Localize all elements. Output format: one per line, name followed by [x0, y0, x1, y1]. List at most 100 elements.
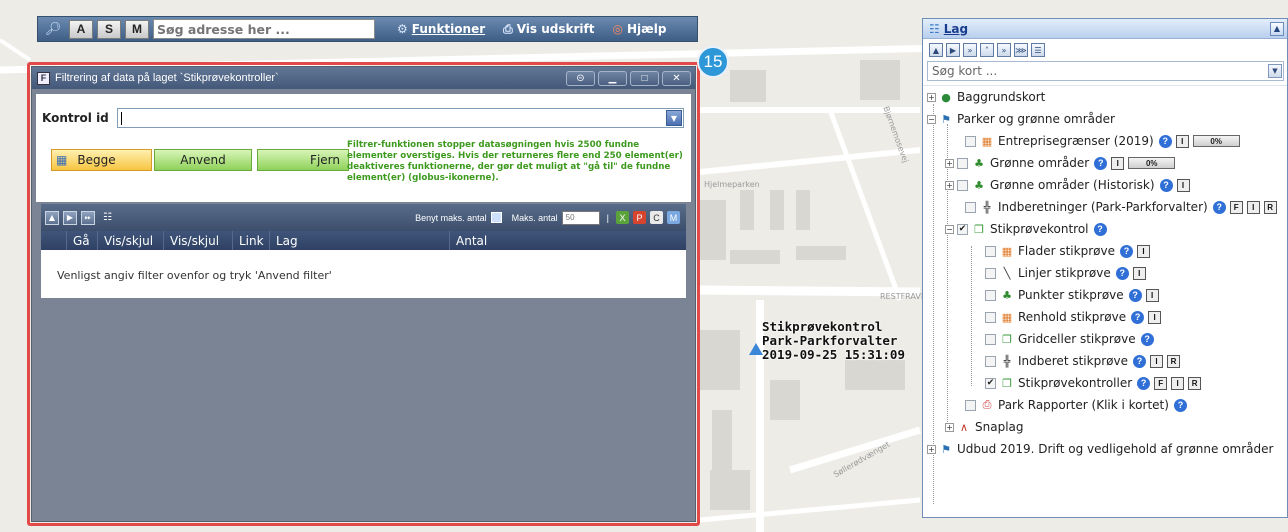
expand-toggle[interactable]: +: [927, 92, 936, 102]
map-search-input[interactable]: Søg kort ... ▼: [927, 61, 1284, 81]
search-mode-a-button[interactable]: A: [69, 19, 93, 39]
layer-panel-title: Lag: [943, 21, 969, 36]
info-i-button[interactable]: I: [1149, 354, 1163, 368]
help-icon[interactable]: ?: [1132, 354, 1146, 368]
layer-label: Stikprøvekontrol: [990, 222, 1089, 236]
layer-stikproevekontrol[interactable]: − ✔ ❐ Stikprøvekontrol ?: [945, 220, 1107, 238]
layer-groenne-omraader[interactable]: + ♣ Grønne områder ? I 0%: [945, 154, 1176, 172]
report-r-button[interactable]: R: [1166, 354, 1180, 368]
expand-levels-icon[interactable]: »: [997, 43, 1011, 57]
report-r-button[interactable]: R: [1263, 200, 1277, 214]
layer-checkbox[interactable]: [957, 179, 968, 191]
layer-checkbox[interactable]: [985, 267, 996, 279]
expand-toggle[interactable]: +: [945, 158, 954, 168]
layer-label: Renhold stikprøve: [1018, 310, 1127, 324]
layer-label: Punkter stikprøve: [1018, 288, 1124, 302]
help-icon[interactable]: ?: [1128, 288, 1142, 302]
layer-checkbox[interactable]: [965, 135, 976, 147]
top-toolbar: 🔎︎ A S M ⚙ Funktioner ⎙ Vis udskrift ◎ H…: [37, 16, 698, 42]
opacity-slider[interactable]: 0%: [1128, 157, 1176, 169]
info-i-button[interactable]: I: [1136, 244, 1150, 258]
filter-f-button[interactable]: F: [1229, 200, 1243, 214]
layer-groenne-historisk[interactable]: + ♣ Grønne områder (Historisk) ? I: [945, 176, 1190, 194]
info-i-button[interactable]: I: [1175, 134, 1189, 148]
layer-checkbox[interactable]: [965, 201, 976, 213]
info-i-button[interactable]: I: [1171, 376, 1185, 390]
collapse-toggle[interactable]: −: [927, 114, 936, 124]
search-mode-m-button[interactable]: M: [125, 19, 149, 39]
layer-udbud-2019[interactable]: + ⚑ Udbud 2019. Drift og vedligehold af …: [927, 440, 1273, 458]
help-icon[interactable]: ?: [1094, 156, 1108, 170]
layer-baggrundskort[interactable]: + ● Baggrundskort: [927, 88, 1045, 106]
filter-f-button[interactable]: F: [1154, 376, 1168, 390]
help-icon[interactable]: ?: [1115, 266, 1129, 280]
layer-renhold-stikproeve[interactable]: ▦ Renhold stikprøve ? I: [985, 308, 1162, 326]
info-i-button[interactable]: I: [1132, 266, 1146, 280]
layer-checkbox[interactable]: [985, 311, 996, 323]
info-i-button[interactable]: I: [1148, 310, 1162, 324]
layer-entreprisegraenser[interactable]: ▦ Entreprisegrænser (2019) ? I 0%: [965, 132, 1240, 150]
layer-stikproevekontroller[interactable]: ✔ ❐ Stikprøvekontroller ? F I R: [985, 374, 1202, 392]
print-preview-link[interactable]: ⎙ Vis udskrift: [503, 22, 594, 37]
layer-checkbox[interactable]: [985, 245, 996, 257]
info-i-button[interactable]: I: [1246, 200, 1260, 214]
help-link[interactable]: ◎ Hjælp: [613, 22, 667, 36]
layer-checkbox[interactable]: [957, 157, 968, 169]
functions-menu[interactable]: ⚙ Funktioner: [397, 22, 485, 36]
functions-icon: ⚙: [397, 22, 408, 36]
layer-indberetninger[interactable]: ╬ Indberetninger (Park-Parkforvalter) ? …: [965, 198, 1277, 216]
help-icon[interactable]: ?: [1159, 178, 1173, 192]
snap-icon: ∧: [959, 420, 969, 434]
help-icon[interactable]: ?: [1119, 244, 1133, 258]
map-street-label: Hjelmeparken: [704, 180, 760, 189]
search-mode-s-button[interactable]: S: [97, 19, 121, 39]
list-view-icon[interactable]: ☰: [1031, 43, 1045, 57]
help-icon[interactable]: ?: [1137, 376, 1151, 390]
layer-flader-stikproeve[interactable]: ▦ Flader stikprøve ? I: [985, 242, 1150, 260]
chevron-down-icon[interactable]: ▼: [1268, 64, 1282, 78]
collapse-all-icon[interactable]: ▲: [929, 43, 943, 57]
zoom-search-icon[interactable]: 🔎︎: [41, 19, 65, 39]
marker-line-3: 2019-09-25 15:31:09: [762, 347, 905, 362]
layer-checkbox[interactable]: [985, 355, 996, 367]
layer-park-rapporter[interactable]: ⎙ Park Rapporter (Klik i kortet) ?: [965, 396, 1187, 414]
layer-checkbox-checked[interactable]: ✔: [957, 223, 968, 235]
collapse-levels-icon[interactable]: ˄: [980, 43, 994, 57]
expand-toggle[interactable]: +: [945, 422, 954, 432]
layer-checkbox[interactable]: [985, 289, 996, 301]
layer-panel-titlebar[interactable]: ☷ Lag ▲: [923, 19, 1287, 39]
help-icon[interactable]: ?: [1131, 310, 1145, 324]
opacity-slider[interactable]: 0%: [1192, 135, 1240, 147]
collapse-panel-icon[interactable]: ▲: [1270, 21, 1284, 36]
layer-checkbox[interactable]: [965, 399, 976, 411]
expand-all-icon[interactable]: »: [963, 43, 977, 57]
step-highlight-frame: [27, 62, 700, 526]
collapse-toggle[interactable]: −: [945, 224, 954, 234]
map-feature-marker[interactable]: [749, 343, 763, 355]
help-icon[interactable]: ?: [1140, 332, 1154, 346]
help-icon[interactable]: ?: [1173, 398, 1187, 412]
expand-toggle[interactable]: +: [927, 444, 936, 454]
address-search-input[interactable]: [153, 19, 375, 39]
help-icon[interactable]: ?: [1158, 134, 1172, 148]
layer-gridceller-stikproeve[interactable]: ❐ Gridceller stikprøve ?: [985, 330, 1154, 348]
layer-linjer-stikproeve[interactable]: ╲ Linjer stikprøve ? I: [985, 264, 1146, 282]
report-r-button[interactable]: R: [1188, 376, 1202, 390]
layer-label: Gridceller stikprøve: [1018, 332, 1136, 346]
expand-icon[interactable]: ▶: [946, 43, 960, 57]
layer-checkbox[interactable]: [985, 333, 996, 345]
help-icon[interactable]: ?: [1212, 200, 1226, 214]
layer-indberet-stikproeve[interactable]: ╬ Indberet stikprøve ? I R: [985, 352, 1180, 370]
help-icon[interactable]: ?: [1093, 222, 1107, 236]
expand-deep-icon[interactable]: ⋙: [1014, 43, 1028, 57]
info-i-button[interactable]: I: [1176, 178, 1190, 192]
expand-toggle[interactable]: +: [945, 180, 954, 190]
info-i-button[interactable]: I: [1111, 156, 1125, 170]
layer-snaplag[interactable]: + ∧ Snaplag: [945, 418, 1024, 436]
layer-checkbox-checked[interactable]: ✔: [985, 377, 996, 389]
layer-punkter-stikproeve[interactable]: ♣ Punkter stikprøve ? I: [985, 286, 1159, 304]
layer-label: Udbud 2019. Drift og vedligehold af grøn…: [957, 442, 1274, 456]
layer-parker[interactable]: − ⚑ Parker og grønne områder: [927, 110, 1115, 128]
grid-network-icon: ╬: [1003, 354, 1011, 368]
info-i-button[interactable]: I: [1145, 288, 1159, 302]
